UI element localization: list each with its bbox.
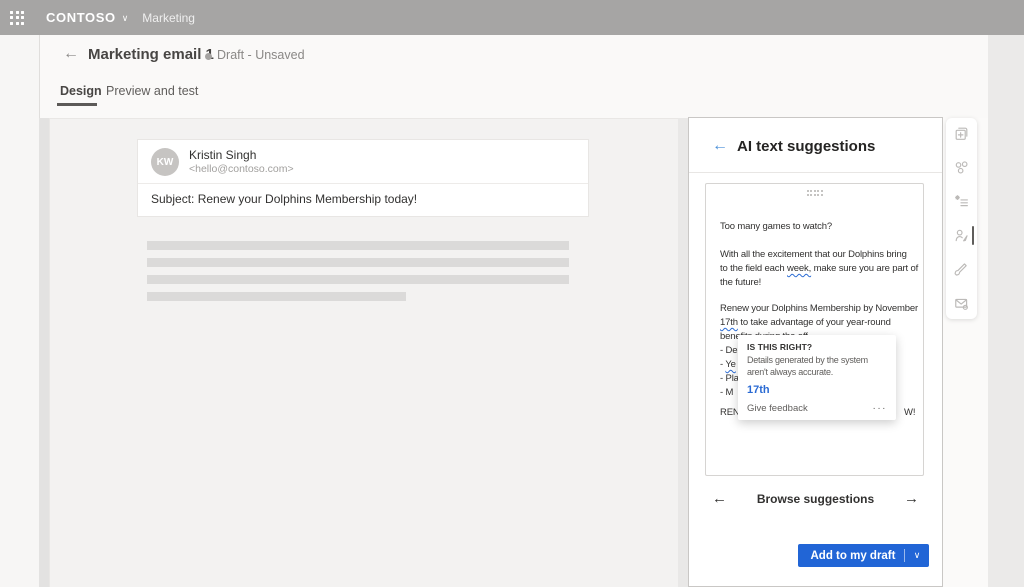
skeleton-bar [147, 292, 406, 301]
area-label: Marketing [142, 11, 195, 25]
drag-handle-icon[interactable] [807, 190, 823, 196]
suggestion-line: Too many games to watch? [720, 220, 912, 234]
chevron-down-icon[interactable]: ∨ [905, 550, 929, 561]
ai-suggestions-panel: ← AI text suggestions Too many games to … [688, 117, 943, 587]
suggestion-line: to the field each week, make sure you ar… [720, 262, 912, 276]
tab-design[interactable]: Design [60, 84, 102, 98]
email-header-block[interactable]: KW Kristin Singh <hello@contoso.com> Sub… [137, 139, 589, 217]
give-feedback-link[interactable]: Give feedback [747, 403, 808, 414]
suggestion-card[interactable]: Too many games to watch? With all the exc… [705, 183, 924, 476]
editor-tool-rail [946, 118, 977, 319]
sender-row: KW Kristin Singh <hello@contoso.com> [138, 140, 588, 184]
add-element-icon[interactable] [953, 125, 970, 142]
org-selector[interactable]: CONTOSO ∨ [46, 10, 128, 25]
tooltip-body: Details generated by the system aren't a… [747, 355, 887, 378]
suggestion-line: With all the excitement that our Dolphin… [720, 248, 912, 262]
panel-title: AI text suggestions [737, 138, 875, 155]
active-tab-underline [57, 103, 97, 106]
next-suggestion-button[interactable]: → [904, 490, 919, 507]
more-options-icon[interactable]: ··· [873, 403, 888, 414]
collapsed-left-rail [39, 118, 49, 587]
suggestion-line: Renew your Dolphins Membership by Novemb… [720, 302, 912, 316]
email-design-canvas: KW Kristin Singh <hello@contoso.com> Sub… [49, 118, 678, 587]
browse-row: ← Browse suggestions → [689, 490, 942, 510]
page-title: Marketing email 1 [88, 46, 214, 63]
ai-disclaimer-tooltip: IS THIS RIGHT? Details generated by the … [738, 335, 896, 420]
tab-preview-and-test[interactable]: Preview and test [106, 84, 198, 98]
app-launcher-waffle-icon[interactable] [0, 0, 34, 35]
suggestion-line [720, 234, 912, 248]
tooltip-heading: IS THIS RIGHT? [747, 342, 887, 352]
shapes-icon[interactable] [953, 159, 970, 176]
sender-address: <hello@contoso.com> [189, 163, 294, 175]
content-ideas-icon[interactable] [953, 193, 970, 210]
status-dot [205, 53, 212, 60]
tooltip-footer: Give feedback ··· [747, 403, 887, 414]
avatar: KW [151, 148, 179, 176]
tooltip-value-link[interactable]: 17th [747, 384, 887, 396]
status-text: Draft - Unsaved [217, 48, 305, 62]
skeleton-bar [147, 275, 569, 284]
canvas-panel-gap [678, 118, 688, 587]
suggestion-line [720, 290, 912, 302]
subject-row: Subject: Renew your Dolphins Membership … [138, 184, 588, 216]
skeleton-bar [147, 258, 569, 267]
add-button-label: Add to my draft [798, 550, 904, 562]
chevron-down-icon: ∨ [122, 13, 129, 24]
waffle-icon [10, 11, 24, 25]
skeleton-bar [147, 241, 569, 250]
ai-text-icon[interactable] [953, 227, 970, 244]
back-button[interactable]: ← [63, 45, 79, 63]
panel-header: ← AI text suggestions [689, 118, 942, 173]
app-window: CONTOSO ∨ Marketing ← Marketing email 1 … [0, 0, 1024, 587]
email-settings-icon[interactable] [953, 295, 970, 312]
right-background [988, 35, 1024, 587]
sender-name: Kristin Singh [189, 148, 256, 162]
panel-back-button[interactable]: ← [712, 137, 728, 155]
suggestion-line: the future! [720, 276, 912, 290]
suggestion-line: 17th to take advantage of your year-roun… [720, 316, 912, 330]
top-bar: CONTOSO ∨ Marketing [0, 0, 1024, 35]
brush-icon[interactable] [953, 261, 970, 278]
add-to-my-draft-button[interactable]: Add to my draft ∨ [798, 544, 929, 567]
selected-tool-indicator [972, 226, 974, 245]
subject-text: Subject: Renew your Dolphins Membership … [151, 192, 417, 206]
page-header: ← Marketing email 1 Draft - Unsaved Desi… [39, 35, 988, 118]
org-name: CONTOSO [46, 10, 116, 25]
